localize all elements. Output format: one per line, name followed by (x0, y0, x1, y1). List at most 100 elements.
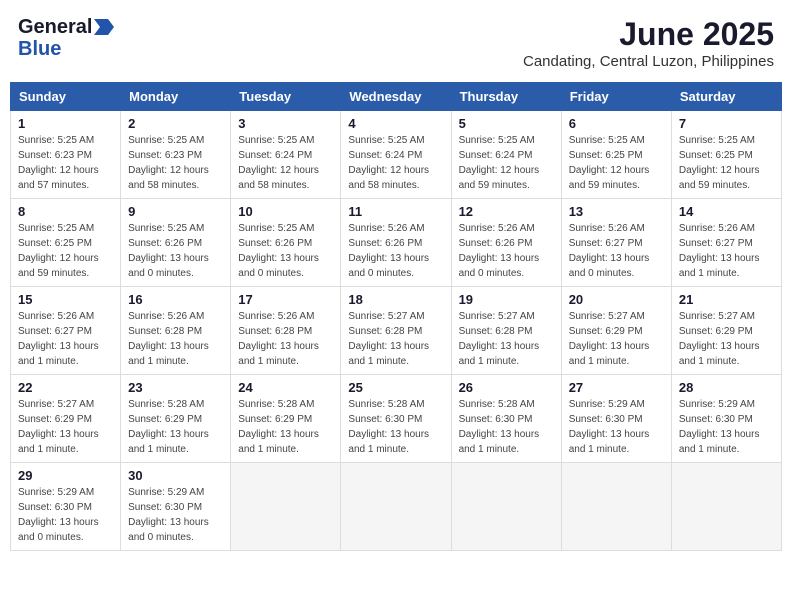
calendar-cell: 8 Sunrise: 5:25 AMSunset: 6:25 PMDaylight… (11, 199, 121, 287)
day-info: Sunrise: 5:26 AMSunset: 6:26 PMDaylight:… (348, 221, 443, 281)
calendar-cell: 12 Sunrise: 5:26 AMSunset: 6:26 PMDayligh… (451, 199, 561, 287)
page-header: General Blue June 2025 Candating, Centra… (10, 10, 782, 76)
day-number: 13 (569, 204, 664, 219)
day-info: Sunrise: 5:25 AMSunset: 6:25 PMDaylight:… (569, 133, 664, 193)
calendar-cell: 11 Sunrise: 5:26 AMSunset: 6:26 PMDayligh… (341, 199, 451, 287)
day-info: Sunrise: 5:25 AMSunset: 6:25 PMDaylight:… (679, 133, 774, 193)
day-number: 20 (569, 292, 664, 307)
day-info: Sunrise: 5:25 AMSunset: 6:26 PMDaylight:… (128, 221, 223, 281)
day-number: 5 (459, 116, 554, 131)
day-info: Sunrise: 5:27 AMSunset: 6:28 PMDaylight:… (459, 309, 554, 369)
calendar-week-1: 1 Sunrise: 5:25 AMSunset: 6:23 PMDaylight… (11, 111, 782, 199)
day-info: Sunrise: 5:26 AMSunset: 6:27 PMDaylight:… (679, 221, 774, 281)
day-number: 21 (679, 292, 774, 307)
day-number: 29 (18, 468, 113, 483)
calendar-cell: 14 Sunrise: 5:26 AMSunset: 6:27 PMDayligh… (671, 199, 781, 287)
calendar-cell (671, 463, 781, 551)
day-number: 8 (18, 204, 113, 219)
day-number: 9 (128, 204, 223, 219)
weekday-header-monday: Monday (121, 83, 231, 111)
day-number: 1 (18, 116, 113, 131)
day-info: Sunrise: 5:28 AMSunset: 6:30 PMDaylight:… (459, 397, 554, 457)
calendar-cell: 27 Sunrise: 5:29 AMSunset: 6:30 PMDayligh… (561, 375, 671, 463)
calendar-cell: 18 Sunrise: 5:27 AMSunset: 6:28 PMDayligh… (341, 287, 451, 375)
calendar-cell: 10 Sunrise: 5:25 AMSunset: 6:26 PMDayligh… (231, 199, 341, 287)
calendar-cell: 2 Sunrise: 5:25 AMSunset: 6:23 PMDaylight… (121, 111, 231, 199)
weekday-header-friday: Friday (561, 83, 671, 111)
day-info: Sunrise: 5:26 AMSunset: 6:28 PMDaylight:… (238, 309, 333, 369)
day-info: Sunrise: 5:29 AMSunset: 6:30 PMDaylight:… (18, 485, 113, 545)
day-number: 24 (238, 380, 333, 395)
calendar-cell: 26Sunrise: 5:28 AMSunset: 6:30 PMDayligh… (451, 375, 561, 463)
logo: General Blue (18, 16, 114, 60)
calendar-week-2: 8 Sunrise: 5:25 AMSunset: 6:25 PMDaylight… (11, 199, 782, 287)
day-info: Sunrise: 5:25 AMSunset: 6:26 PMDaylight:… (238, 221, 333, 281)
calendar-week-3: 15Sunrise: 5:26 AMSunset: 6:27 PMDayligh… (11, 287, 782, 375)
calendar-cell: 19 Sunrise: 5:27 AMSunset: 6:28 PMDayligh… (451, 287, 561, 375)
day-info: Sunrise: 5:25 AMSunset: 6:25 PMDaylight:… (18, 221, 113, 281)
day-number: 14 (679, 204, 774, 219)
weekday-header-tuesday: Tuesday (231, 83, 341, 111)
calendar-cell: 20 Sunrise: 5:27 AMSunset: 6:29 PMDayligh… (561, 287, 671, 375)
day-number: 23 (128, 380, 223, 395)
calendar-cell: 17Sunrise: 5:26 AMSunset: 6:28 PMDayligh… (231, 287, 341, 375)
calendar-cell (231, 463, 341, 551)
weekday-header-wednesday: Wednesday (341, 83, 451, 111)
day-number: 27 (569, 380, 664, 395)
title-area: June 2025 Candating, Central Luzon, Phil… (523, 16, 774, 70)
calendar-cell (341, 463, 451, 551)
calendar-cell: 13 Sunrise: 5:26 AMSunset: 6:27 PMDayligh… (561, 199, 671, 287)
day-number: 18 (348, 292, 443, 307)
month-year: June 2025 (523, 16, 774, 53)
day-info: Sunrise: 5:27 AMSunset: 6:29 PMDaylight:… (569, 309, 664, 369)
calendar-cell: 23 Sunrise: 5:28 AMSunset: 6:29 PMDayligh… (121, 375, 231, 463)
day-info: Sunrise: 5:25 AMSunset: 6:24 PMDaylight:… (459, 133, 554, 193)
day-info: Sunrise: 5:29 AMSunset: 6:30 PMDaylight:… (128, 485, 223, 545)
day-number: 3 (238, 116, 333, 131)
day-info: Sunrise: 5:28 AMSunset: 6:29 PMDaylight:… (128, 397, 223, 457)
calendar-cell: 4Sunrise: 5:25 AMSunset: 6:24 PMDaylight… (341, 111, 451, 199)
calendar-cell: 1 Sunrise: 5:25 AMSunset: 6:23 PMDaylight… (11, 111, 121, 199)
day-number: 19 (459, 292, 554, 307)
calendar-cell: 28 Sunrise: 5:29 AMSunset: 6:30 PMDayligh… (671, 375, 781, 463)
day-info: Sunrise: 5:29 AMSunset: 6:30 PMDaylight:… (679, 397, 774, 457)
calendar-cell: 29 Sunrise: 5:29 AMSunset: 6:30 PMDayligh… (11, 463, 121, 551)
weekday-header-thursday: Thursday (451, 83, 561, 111)
calendar-cell: 25Sunrise: 5:28 AMSunset: 6:30 PMDayligh… (341, 375, 451, 463)
location: Candating, Central Luzon, Philippines (523, 53, 774, 70)
day-info: Sunrise: 5:25 AMSunset: 6:23 PMDaylight:… (18, 133, 113, 193)
day-info: Sunrise: 5:27 AMSunset: 6:28 PMDaylight:… (348, 309, 443, 369)
day-info: Sunrise: 5:25 AMSunset: 6:23 PMDaylight:… (128, 133, 223, 193)
logo-general: General (18, 16, 92, 38)
day-number: 22 (18, 380, 113, 395)
weekday-header-row: SundayMondayTuesdayWednesdayThursdayFrid… (11, 83, 782, 111)
calendar-table: SundayMondayTuesdayWednesdayThursdayFrid… (10, 82, 782, 551)
day-number: 10 (238, 204, 333, 219)
calendar-cell: 9 Sunrise: 5:25 AMSunset: 6:26 PMDaylight… (121, 199, 231, 287)
day-number: 11 (348, 204, 443, 219)
day-number: 12 (459, 204, 554, 219)
calendar-cell: 21 Sunrise: 5:27 AMSunset: 6:29 PMDayligh… (671, 287, 781, 375)
calendar-cell: 6Sunrise: 5:25 AMSunset: 6:25 PMDaylight… (561, 111, 671, 199)
calendar-cell: 3 Sunrise: 5:25 AMSunset: 6:24 PMDaylight… (231, 111, 341, 199)
calendar-cell (451, 463, 561, 551)
calendar-cell: 22 Sunrise: 5:27 AMSunset: 6:29 PMDayligh… (11, 375, 121, 463)
day-info: Sunrise: 5:26 AMSunset: 6:26 PMDaylight:… (459, 221, 554, 281)
day-info: Sunrise: 5:26 AMSunset: 6:27 PMDaylight:… (569, 221, 664, 281)
calendar-cell (561, 463, 671, 551)
day-number: 2 (128, 116, 223, 131)
day-info: Sunrise: 5:26 AMSunset: 6:28 PMDaylight:… (128, 309, 223, 369)
day-info: Sunrise: 5:27 AMSunset: 6:29 PMDaylight:… (18, 397, 113, 457)
weekday-header-saturday: Saturday (671, 83, 781, 111)
calendar-cell: 24 Sunrise: 5:28 AMSunset: 6:29 PMDayligh… (231, 375, 341, 463)
day-number: 28 (679, 380, 774, 395)
day-number: 25 (348, 380, 443, 395)
calendar-cell: 7Sunrise: 5:25 AMSunset: 6:25 PMDaylight… (671, 111, 781, 199)
day-number: 4 (348, 116, 443, 131)
day-info: Sunrise: 5:28 AMSunset: 6:29 PMDaylight:… (238, 397, 333, 457)
calendar-cell: 5 Sunrise: 5:25 AMSunset: 6:24 PMDaylight… (451, 111, 561, 199)
logo-blue: Blue (18, 38, 114, 60)
day-info: Sunrise: 5:27 AMSunset: 6:29 PMDaylight:… (679, 309, 774, 369)
day-info: Sunrise: 5:25 AMSunset: 6:24 PMDaylight:… (238, 133, 333, 193)
day-info: Sunrise: 5:29 AMSunset: 6:30 PMDaylight:… (569, 397, 664, 457)
